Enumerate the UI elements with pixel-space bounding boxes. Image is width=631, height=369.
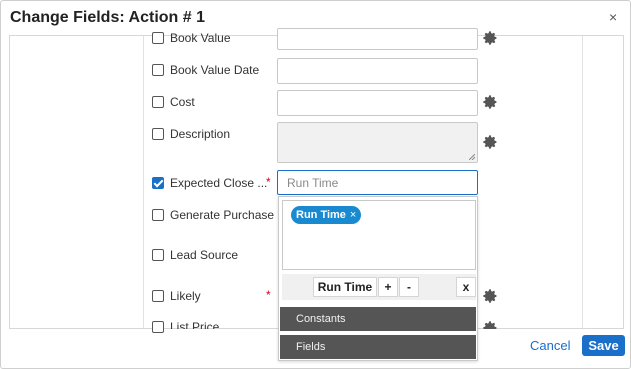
- resize-handle-icon[interactable]: [469, 154, 475, 160]
- gear-icon[interactable]: [482, 134, 498, 150]
- selected-values-box[interactable]: Run Time ×: [282, 200, 476, 270]
- expected-close-input[interactable]: Run Time: [277, 170, 478, 195]
- checkbox-likely[interactable]: [152, 290, 164, 302]
- label-cost: Cost: [170, 95, 195, 109]
- change-fields-dialog: Change Fields: Action # 1 × Book Value B…: [0, 0, 631, 369]
- run-time-button[interactable]: Run Time: [313, 277, 377, 297]
- label-generate-purchase: Generate Purchase: [170, 208, 275, 222]
- book-value-field[interactable]: [277, 28, 478, 50]
- book-value-date-field[interactable]: [277, 58, 478, 84]
- checkbox-lead-source[interactable]: [152, 249, 164, 261]
- checkbox-book-value-date[interactable]: [152, 64, 164, 76]
- gear-icon[interactable]: [482, 320, 498, 336]
- run-time-chip[interactable]: Run Time ×: [291, 206, 362, 224]
- checkbox-book-value[interactable]: [152, 32, 164, 44]
- required-marker: *: [266, 288, 271, 302]
- label-description: Description: [170, 127, 231, 141]
- save-button[interactable]: Save: [582, 335, 625, 356]
- label-expected-close: Expected Close ...: [170, 176, 268, 190]
- cost-field[interactable]: [277, 90, 478, 116]
- expression-toolbar: Run Time + - x: [282, 274, 476, 300]
- checkbox-list-price[interactable]: [152, 321, 164, 333]
- chip-remove-icon[interactable]: ×: [350, 209, 356, 221]
- label-list-price: List Price: [170, 320, 220, 329]
- dialog-title: Change Fields: Action # 1: [10, 9, 205, 26]
- label-book-value: Book Value: [170, 31, 231, 45]
- required-marker: *: [266, 175, 271, 189]
- minus-button[interactable]: -: [399, 277, 419, 297]
- checkbox-expected-close[interactable]: [152, 177, 164, 189]
- label-book-value-date: Book Value Date: [170, 63, 260, 77]
- menu-item-constants[interactable]: Constants: [280, 307, 476, 331]
- checkbox-generate-purchase[interactable]: [152, 209, 164, 221]
- cancel-button[interactable]: Cancel: [530, 338, 570, 353]
- checkbox-description[interactable]: [152, 128, 164, 140]
- gear-icon[interactable]: [482, 288, 498, 304]
- description-textarea[interactable]: [277, 122, 478, 163]
- chip-label: Run Time: [296, 209, 346, 221]
- label-lead-source: Lead Source: [170, 248, 239, 262]
- clear-button[interactable]: x: [456, 277, 476, 297]
- gear-icon[interactable]: [482, 94, 498, 110]
- menu-item-fields[interactable]: Fields: [280, 335, 476, 359]
- plus-button[interactable]: +: [378, 277, 398, 297]
- checkbox-cost[interactable]: [152, 96, 164, 108]
- gear-icon[interactable]: [482, 30, 498, 46]
- label-likely: Likely: [170, 289, 201, 303]
- close-icon[interactable]: ×: [609, 9, 617, 25]
- expected-close-placeholder: Run Time: [287, 176, 339, 190]
- value-picker-popup: Run Time × Run Time + - x Constants Field…: [278, 196, 478, 361]
